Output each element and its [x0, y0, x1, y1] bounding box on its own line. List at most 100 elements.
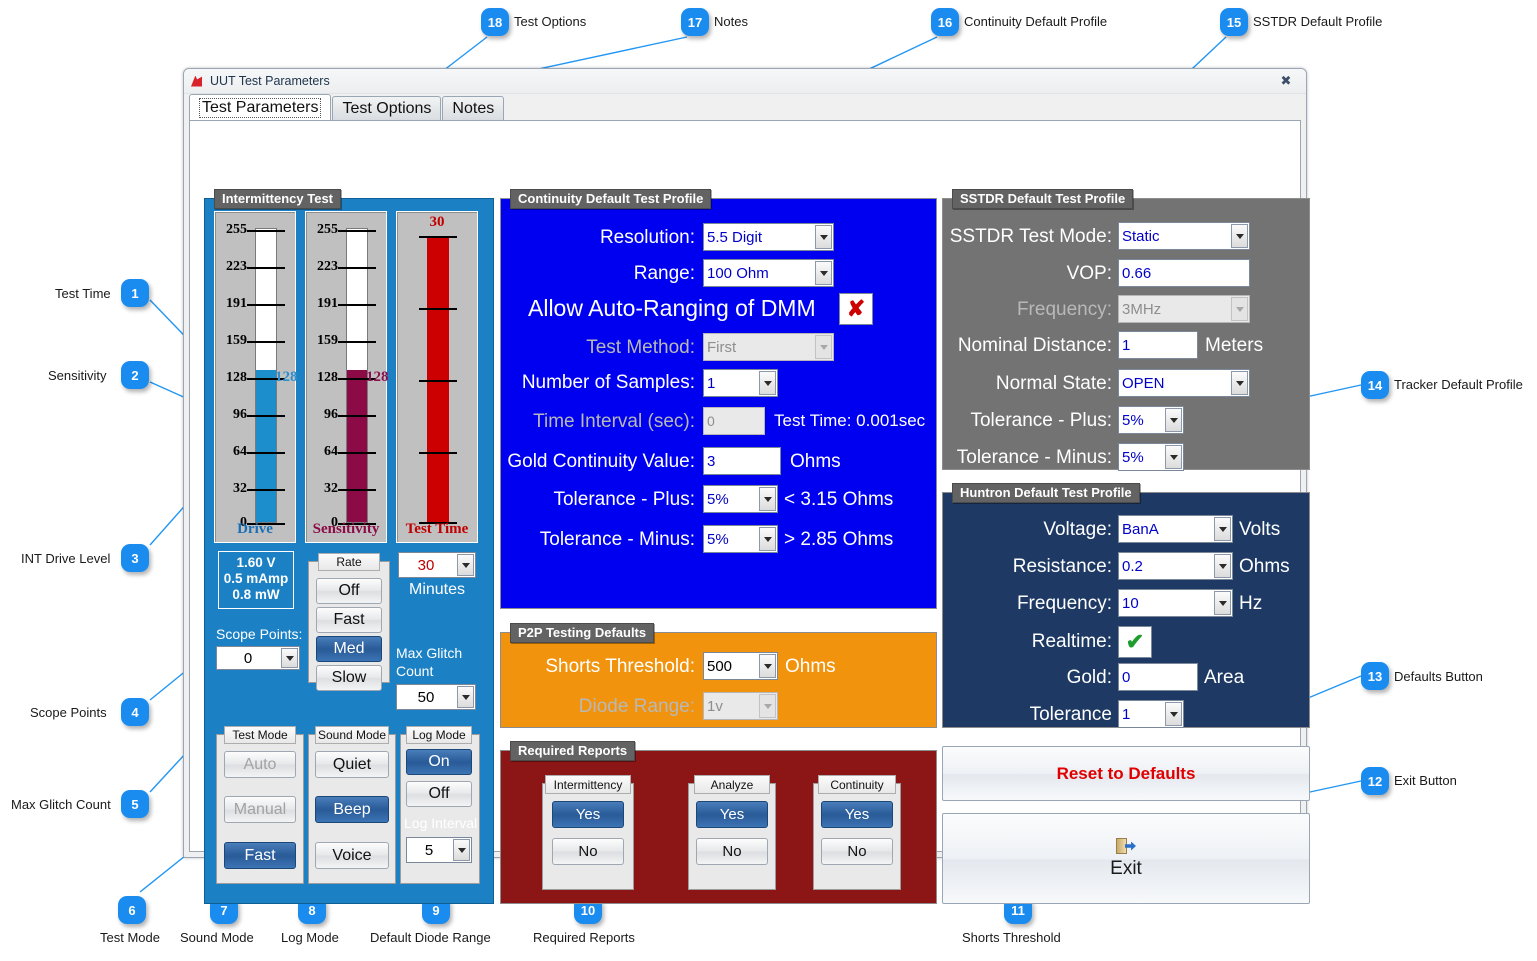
- reset-to-defaults-button[interactable]: Reset to Defaults: [942, 746, 1310, 801]
- chevron-down-icon[interactable]: [1165, 702, 1182, 726]
- tab-test-options[interactable]: Test Options: [332, 96, 441, 120]
- intermittency-report-yes-label: Yes: [576, 806, 600, 823]
- sstdr-tol-minus-combo[interactable]: 5%: [1118, 443, 1184, 471]
- callout-badge-3: 3: [121, 544, 149, 572]
- chevron-down-icon[interactable]: [815, 261, 832, 285]
- chevron-down-icon[interactable]: [759, 487, 776, 511]
- time-interval-input[interactable]: 0: [703, 407, 765, 435]
- sstdr-test-mode-combo[interactable]: Static: [1118, 222, 1250, 250]
- huntron-frequency-combo[interactable]: 10: [1118, 589, 1233, 617]
- continuity-report-no-button[interactable]: No: [821, 838, 893, 865]
- normal-state-value: OPEN: [1119, 375, 1230, 392]
- callout-label-9: Default Diode Range: [370, 930, 491, 945]
- continuity-tol-minus-combo[interactable]: 5%: [703, 525, 778, 553]
- huntron-tolerance-combo[interactable]: 1: [1118, 700, 1184, 728]
- sound-mode-quiet-label: Quiet: [333, 756, 371, 774]
- vop-value: 0.66: [1122, 265, 1151, 282]
- chevron-down-icon[interactable]: [759, 371, 776, 395]
- drive-tick-128: 128: [215, 370, 247, 386]
- sound-mode-beep-button[interactable]: Beep: [315, 796, 389, 823]
- chevron-down-icon[interactable]: [1214, 554, 1231, 578]
- intermittency-report-yes-button[interactable]: Yes: [552, 801, 624, 828]
- continuity-tol-minus-label: Tolerance - Minus:: [515, 529, 695, 551]
- huntron-gold-input[interactable]: 0: [1118, 663, 1198, 691]
- auto-ranging-checkbox[interactable]: ✘: [839, 293, 873, 325]
- shorts-threshold-combo[interactable]: 500: [703, 652, 778, 680]
- chevron-down-icon[interactable]: [815, 225, 832, 249]
- rate-med-button[interactable]: Med: [316, 636, 382, 662]
- realtime-checkbox[interactable]: ✔: [1118, 626, 1152, 658]
- chevron-down-icon[interactable]: [1214, 591, 1231, 615]
- chevron-down-icon[interactable]: [759, 654, 776, 678]
- callout-badge-6: 6: [118, 896, 146, 924]
- log-mode-off-label: Off: [428, 785, 449, 803]
- sensitivity-meter[interactable]: 255 223 191 159 128 96 64 32 0 128 Sensi…: [305, 211, 387, 543]
- chevron-down-icon[interactable]: [1231, 224, 1248, 248]
- chevron-down-icon[interactable]: [1165, 408, 1182, 432]
- sstdr-tol-plus-combo[interactable]: 5%: [1118, 406, 1184, 434]
- max-glitch-count-combo[interactable]: 50: [396, 684, 476, 710]
- tab-notes[interactable]: Notes: [442, 96, 504, 120]
- analyze-report-no-button[interactable]: No: [696, 838, 768, 865]
- diode-range-value: 1v: [704, 698, 758, 715]
- chevron-down-icon[interactable]: [457, 554, 474, 576]
- test-mode-auto-button[interactable]: Auto: [224, 751, 296, 778]
- diode-range-combo[interactable]: 1v: [703, 692, 778, 720]
- drive-tick-223: 223: [215, 259, 247, 275]
- test-mode-manual-button[interactable]: Manual: [224, 796, 296, 823]
- huntron-gold-label: Gold:: [962, 667, 1112, 689]
- chevron-down-icon[interactable]: [281, 648, 298, 668]
- log-interval-combo[interactable]: 5: [406, 837, 472, 863]
- continuity-report-yes-button[interactable]: Yes: [821, 801, 893, 828]
- reset-to-defaults-label: Reset to Defaults: [1057, 764, 1196, 784]
- resolution-combo[interactable]: 5.5 Digit: [703, 223, 834, 251]
- chevron-down-icon[interactable]: [1214, 517, 1231, 541]
- chevron-down-icon[interactable]: [453, 839, 470, 861]
- sstdr-frequency-combo[interactable]: 3MHz: [1118, 295, 1250, 323]
- rate-off-button[interactable]: Off: [316, 578, 382, 604]
- huntron-resistance-combo[interactable]: 0.2: [1118, 552, 1233, 580]
- minutes-combo[interactable]: 30: [398, 552, 476, 578]
- chevron-down-icon[interactable]: [457, 686, 474, 708]
- callout-label-5: Max Glitch Count: [11, 797, 111, 812]
- rate-fast-button[interactable]: Fast: [316, 607, 382, 633]
- rate-slow-button[interactable]: Slow: [316, 665, 382, 691]
- sensitivity-track: [346, 228, 368, 523]
- chevron-down-icon[interactable]: [759, 527, 776, 551]
- drive-meter[interactable]: 255 223 191 159 128 96 64 32 0 128 Drive: [214, 211, 296, 543]
- callout-label-16: Continuity Default Profile: [964, 14, 1107, 29]
- test-mode-fast-button[interactable]: Fast: [224, 842, 296, 869]
- vop-input[interactable]: 0.66: [1118, 259, 1250, 287]
- close-icon[interactable]: ✖: [1276, 73, 1296, 89]
- rate-fast-label: Fast: [333, 611, 364, 629]
- chevron-down-icon[interactable]: [1231, 371, 1248, 395]
- tab-test-parameters[interactable]: Test Parameters: [189, 94, 331, 120]
- number-of-samples-combo[interactable]: 1: [703, 369, 778, 397]
- test-time-meter[interactable]: 30 Test Time: [396, 211, 478, 543]
- continuity-tol-plus-combo[interactable]: 5%: [703, 485, 778, 513]
- huntron-voltage-combo[interactable]: BanA: [1118, 515, 1233, 543]
- exit-button[interactable]: Exit: [942, 813, 1310, 904]
- gold-continuity-input[interactable]: 3: [703, 447, 781, 475]
- check-mark-icon: ✔: [1126, 629, 1144, 655]
- callout-label-18: Test Options: [514, 14, 586, 29]
- intermittency-report-no-button[interactable]: No: [552, 838, 624, 865]
- scope-points-combo[interactable]: 0: [216, 646, 300, 670]
- nominal-distance-input[interactable]: 1: [1118, 331, 1198, 359]
- range-value: 100 Ohm: [704, 265, 814, 282]
- sound-mode-quiet-button[interactable]: Quiet: [315, 751, 389, 778]
- range-combo[interactable]: 100 Ohm: [703, 259, 834, 287]
- test-method-combo[interactable]: First: [703, 333, 834, 361]
- huntron-frequency-value: 10: [1119, 595, 1213, 612]
- analyze-report-yes-button[interactable]: Yes: [696, 801, 768, 828]
- drive-value: 128: [275, 369, 298, 386]
- p2p-caption: P2P Testing Defaults: [510, 623, 654, 643]
- chevron-down-icon[interactable]: [1165, 445, 1182, 469]
- sound-mode-voice-button[interactable]: Voice: [315, 842, 389, 869]
- drive-track: [255, 228, 277, 523]
- log-mode-off-button[interactable]: Off: [406, 781, 472, 807]
- tab-test-parameters-label: Test Parameters: [199, 98, 321, 118]
- sound-mode-beep-label: Beep: [333, 801, 370, 819]
- normal-state-combo[interactable]: OPEN: [1118, 369, 1250, 397]
- log-mode-on-button[interactable]: On: [406, 749, 472, 775]
